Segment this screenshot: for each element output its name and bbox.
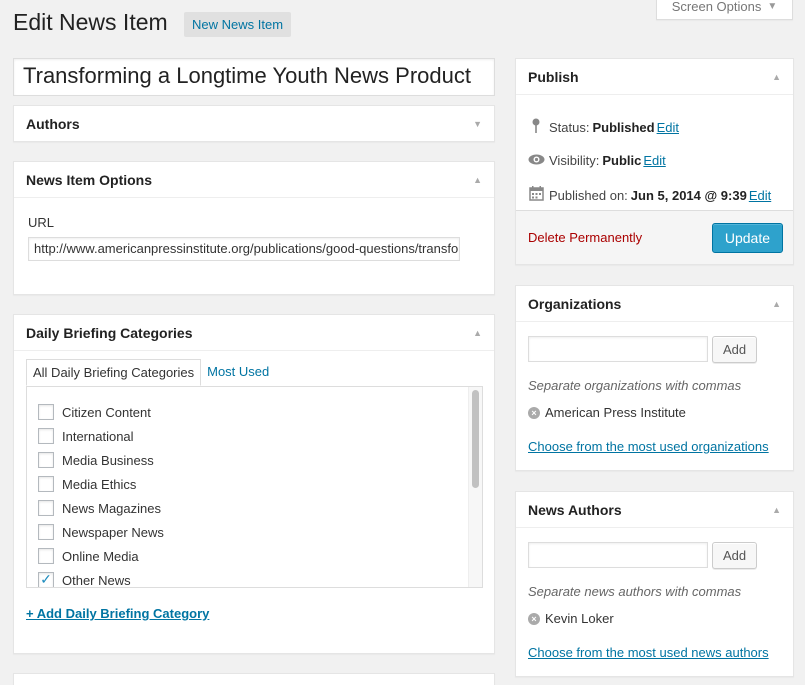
news-author-tag-label: Kevin Loker (545, 611, 614, 626)
url-label: URL (28, 215, 55, 230)
edit-status-link[interactable]: Edit (657, 120, 679, 135)
visibility-value: Public (602, 152, 642, 168)
status-value: Published (592, 119, 655, 135)
published-date-row: Published on: Jun 5, 2014 @ 9:39 Edit (526, 186, 771, 204)
edit-visibility-link[interactable]: Edit (643, 153, 665, 168)
checkmark-icon: ✓ (40, 571, 52, 587)
toggle-up-icon[interactable]: ▲ (473, 175, 482, 185)
status-row: Status: Published Edit (526, 118, 679, 136)
organization-tag: × American Press Institute (528, 405, 686, 420)
category-item[interactable]: International (27, 424, 468, 448)
authors-box-title: Authors (26, 116, 80, 132)
publish-header[interactable]: Publish ▲ (516, 59, 793, 95)
authors-box-header[interactable]: Authors ▼ (14, 106, 494, 142)
url-input[interactable]: http://www.americanpressinstitute.org/pu… (28, 237, 460, 261)
category-item[interactable]: Online Media (27, 544, 468, 568)
toggle-up-icon[interactable]: ▲ (772, 505, 781, 515)
category-label: Newspaper News (62, 524, 164, 540)
scrollbar-thumb[interactable] (472, 390, 479, 488)
categories-header[interactable]: Daily Briefing Categories ▲ (14, 315, 494, 351)
category-label: Media Ethics (62, 476, 137, 492)
category-item[interactable]: Media Business (27, 448, 468, 472)
edit-date-link[interactable]: Edit (749, 188, 771, 203)
news-item-options-box: News Item Options ▲ URL http://www.ameri… (13, 161, 495, 295)
organizations-title: Organizations (528, 295, 622, 312)
publish-actions: Delete Permanently Update (516, 210, 793, 264)
category-label: News Magazines (62, 500, 161, 516)
organization-tag-label: American Press Institute (545, 405, 686, 420)
news-authors-header[interactable]: News Authors ▲ (516, 492, 793, 528)
add-organization-button[interactable]: Add (712, 336, 758, 363)
tab-most-used[interactable]: Most Used (201, 359, 275, 386)
caret-down-icon: ▼ (767, 1, 778, 12)
category-item[interactable]: ✓ Other News (27, 568, 468, 588)
add-news-author-button[interactable]: Add (712, 542, 758, 569)
publish-box: Publish ▲ Status: Published Edit Visibil… (515, 58, 794, 265)
checkbox[interactable] (38, 524, 54, 540)
organizations-header[interactable]: Organizations ▲ (516, 286, 793, 322)
toggle-up-icon[interactable]: ▲ (772, 299, 781, 309)
checkbox[interactable] (38, 452, 54, 468)
news-authors-box: News Authors ▲ Add Separate news authors… (515, 491, 794, 677)
scrollbar[interactable] (468, 387, 482, 587)
authors-box: Authors ▼ (13, 105, 495, 142)
most-used-organizations-link[interactable]: Choose from the most used organizations (528, 439, 769, 454)
published-label: Published on: (549, 187, 628, 203)
add-category-link[interactable]: + Add Daily Briefing Category (26, 606, 209, 621)
status-label: Status: (549, 119, 590, 135)
checkbox[interactable] (38, 404, 54, 420)
checkbox[interactable] (38, 428, 54, 444)
x-circle-icon[interactable]: × (528, 612, 540, 625)
checkbox-checked[interactable]: ✓ (38, 571, 54, 587)
most-used-news-authors-link[interactable]: Choose from the most used news authors (528, 645, 769, 660)
category-item[interactable]: News Magazines (27, 496, 468, 520)
news-authors-howto: Separate news authors with commas (528, 584, 742, 599)
x-circle-icon[interactable]: × (528, 406, 540, 419)
checkbox[interactable] (38, 476, 54, 492)
delete-permanently-link[interactable]: Delete Permanently (528, 230, 642, 245)
screen-options-button[interactable]: Screen Options ▼ (656, 0, 793, 20)
category-label: Other News (62, 572, 131, 588)
category-label: Online Media (62, 548, 139, 564)
category-label: International (62, 428, 134, 444)
organizations-box: Organizations ▲ Add Separate organizatio… (515, 285, 794, 471)
news-authors-title: News Authors (528, 501, 622, 518)
pin-icon (526, 118, 546, 136)
page-title: Edit News Item (13, 9, 168, 35)
eye-icon (526, 152, 546, 168)
organizations-howto: Separate organizations with commas (528, 378, 742, 393)
organizations-input[interactable] (528, 336, 708, 362)
news-item-options-title: News Item Options (26, 171, 153, 188)
post-title-input[interactable]: Transforming a Longtime Youth News Produ… (13, 58, 495, 96)
visibility-row: Visibility: Public Edit (526, 152, 666, 168)
daily-briefing-categories-box: Daily Briefing Categories ▲ All Daily Br… (13, 314, 495, 654)
visibility-label: Visibility: (549, 152, 600, 168)
category-item[interactable]: Media Ethics (27, 472, 468, 496)
category-label: Citizen Content (62, 404, 151, 420)
published-value: Jun 5, 2014 @ 9:39 (630, 187, 747, 203)
tab-all-categories[interactable]: All Daily Briefing Categories (26, 359, 202, 386)
add-new-button[interactable]: New News Item (184, 12, 292, 37)
news-authors-input[interactable] (528, 542, 708, 568)
update-button[interactable]: Update (711, 222, 783, 253)
next-box (13, 673, 495, 685)
category-checklist: Citizen Content International Media Busi… (26, 386, 483, 588)
toggle-down-icon[interactable]: ▼ (473, 119, 482, 129)
toggle-up-icon[interactable]: ▲ (473, 328, 482, 338)
checkbox[interactable] (38, 500, 54, 516)
categories-title: Daily Briefing Categories (26, 324, 193, 341)
checkbox[interactable] (38, 548, 54, 564)
news-item-options-header[interactable]: News Item Options ▲ (14, 162, 494, 198)
toggle-up-icon[interactable]: ▲ (772, 72, 781, 82)
category-item[interactable]: Newspaper News (27, 520, 468, 544)
news-author-tag: × Kevin Loker (528, 611, 614, 626)
category-tabs: All Daily Briefing Categories Most Used (26, 359, 275, 386)
screen-options-label: Screen Options (671, 0, 762, 14)
calendar-icon (526, 186, 546, 204)
publish-title: Publish (528, 68, 579, 85)
category-label: Media Business (62, 452, 154, 468)
category-item[interactable]: Citizen Content (27, 400, 468, 424)
